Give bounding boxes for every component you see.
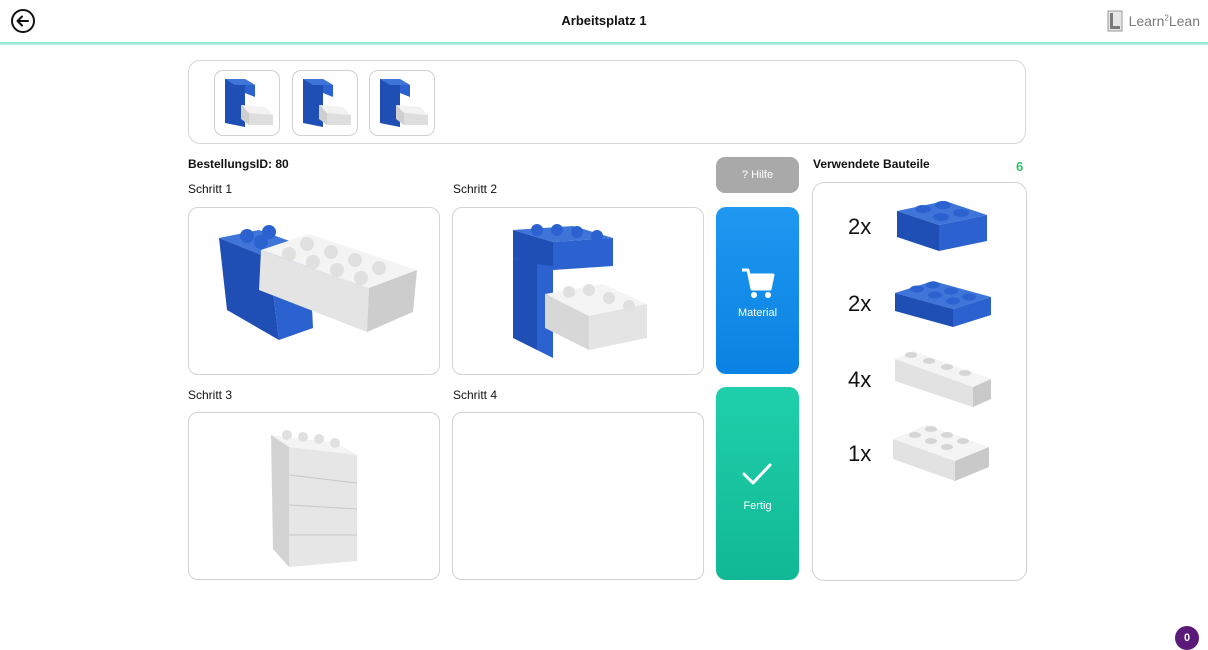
order-id-label: BestellungsID: 80 [188, 157, 289, 171]
step-1-image [219, 225, 417, 340]
app-header: Arbeitsplatz 1 Learn2Lean [0, 0, 1208, 44]
parts-count: 6 [1016, 159, 1024, 174]
step-4-card [452, 412, 704, 580]
part-qty: 1x [848, 441, 872, 466]
step-2-image [513, 224, 647, 358]
done-button[interactable]: Fertig [716, 387, 799, 580]
page-title: Arbeitsplatz 1 [561, 13, 647, 28]
step-1-card [188, 207, 440, 375]
product-thumbnail[interactable] [369, 70, 435, 136]
step-3-image [271, 430, 358, 567]
header-accent-line [0, 42, 1208, 45]
product-thumbnail[interactable] [214, 70, 280, 136]
brick-blue-image [897, 201, 987, 251]
product-strip [188, 60, 1026, 144]
product-thumbnail[interactable] [292, 70, 358, 136]
brand-logo: Learn2Lean [1107, 7, 1200, 35]
checkmark-icon [742, 463, 772, 485]
material-button[interactable]: Material [716, 207, 799, 374]
assembled-product-image [303, 79, 351, 127]
step-1-label: Schritt 1 [188, 182, 233, 196]
brick-white-image [895, 351, 991, 407]
cart-icon [742, 268, 775, 298]
part-qty: 4x [848, 367, 872, 392]
material-button-label: Material [737, 307, 778, 319]
step-3-card [188, 412, 440, 580]
parts-panel: 2x 2x 4x 1x [812, 182, 1027, 581]
parts-title: Verwendete Bauteile [813, 157, 930, 171]
help-button[interactable]: ? Hilfe [716, 157, 799, 193]
part-qty: 2x [848, 214, 872, 239]
brick-white-image [893, 425, 989, 481]
step-2-card [452, 207, 704, 375]
logo-icon [1107, 10, 1123, 32]
logo-text-2: Lean [1168, 13, 1200, 29]
assembled-product-image [380, 79, 428, 127]
brick-blue-image [895, 281, 991, 327]
assembled-product-image [225, 79, 273, 127]
notification-badge[interactable]: 0 [1175, 626, 1199, 650]
logo-text: Learn [1128, 13, 1165, 29]
step-4-label: Schritt 4 [453, 388, 498, 402]
step-3-label: Schritt 3 [188, 388, 233, 402]
part-qty: 2x [848, 291, 872, 316]
done-button-label: Fertig [743, 500, 772, 512]
step-2-label: Schritt 2 [453, 182, 498, 196]
